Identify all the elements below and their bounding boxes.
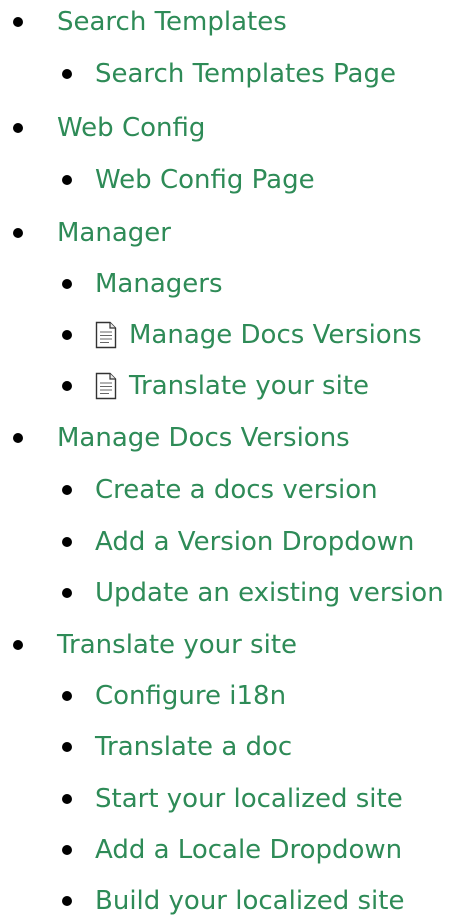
bullet-icon — [62, 537, 72, 547]
nav-link[interactable]: Web Config Page — [95, 160, 315, 200]
nav-link[interactable]: Create a docs version — [95, 470, 378, 510]
bullet-icon — [62, 794, 72, 804]
nav-link-with-icon[interactable]: Manage Docs Versions — [95, 315, 422, 355]
nav-link[interactable]: Managers — [95, 264, 223, 304]
bullet-icon — [13, 640, 23, 650]
nav-link[interactable]: Search Templates — [57, 2, 287, 42]
nav-link[interactable]: Update an existing version — [95, 573, 444, 613]
nav-link[interactable]: Manage Docs Versions — [57, 418, 350, 458]
bullet-icon — [62, 691, 72, 701]
nav-link[interactable]: Translate your site — [57, 625, 297, 665]
nav-link[interactable]: Configure i18n — [95, 676, 286, 716]
bullet-icon — [62, 330, 72, 340]
nav-link[interactable]: Manager — [57, 213, 171, 253]
bullet-icon — [62, 69, 72, 79]
bullet-icon — [62, 845, 72, 855]
bullet-icon — [62, 742, 72, 752]
nav-link[interactable]: Start your localized site — [95, 779, 403, 819]
bullet-icon — [62, 381, 72, 391]
nav-link-label: Translate your site — [129, 371, 370, 401]
document-icon — [95, 321, 117, 349]
bullet-icon — [13, 433, 23, 443]
bullet-icon — [13, 17, 23, 27]
bullet-icon — [62, 485, 72, 495]
bullet-icon — [13, 123, 23, 133]
bullet-icon — [13, 228, 23, 238]
nav-link-label: Manage Docs Versions — [129, 320, 422, 350]
nav-link[interactable]: Add a Version Dropdown — [95, 522, 414, 562]
nav-link[interactable]: Search Templates Page — [95, 54, 396, 94]
bullet-icon — [62, 588, 72, 598]
nav-link[interactable]: Web Config — [57, 108, 205, 148]
nav-link[interactable]: Translate a doc — [95, 727, 292, 767]
bullet-icon — [62, 175, 72, 185]
nav-link[interactable]: Build your localized site — [95, 881, 404, 921]
nav-link-with-icon[interactable]: Translate your site — [95, 366, 369, 406]
document-icon — [95, 372, 117, 400]
bullet-icon — [62, 279, 72, 289]
bullet-icon — [62, 896, 72, 906]
nav-link[interactable]: Add a Locale Dropdown — [95, 830, 402, 870]
